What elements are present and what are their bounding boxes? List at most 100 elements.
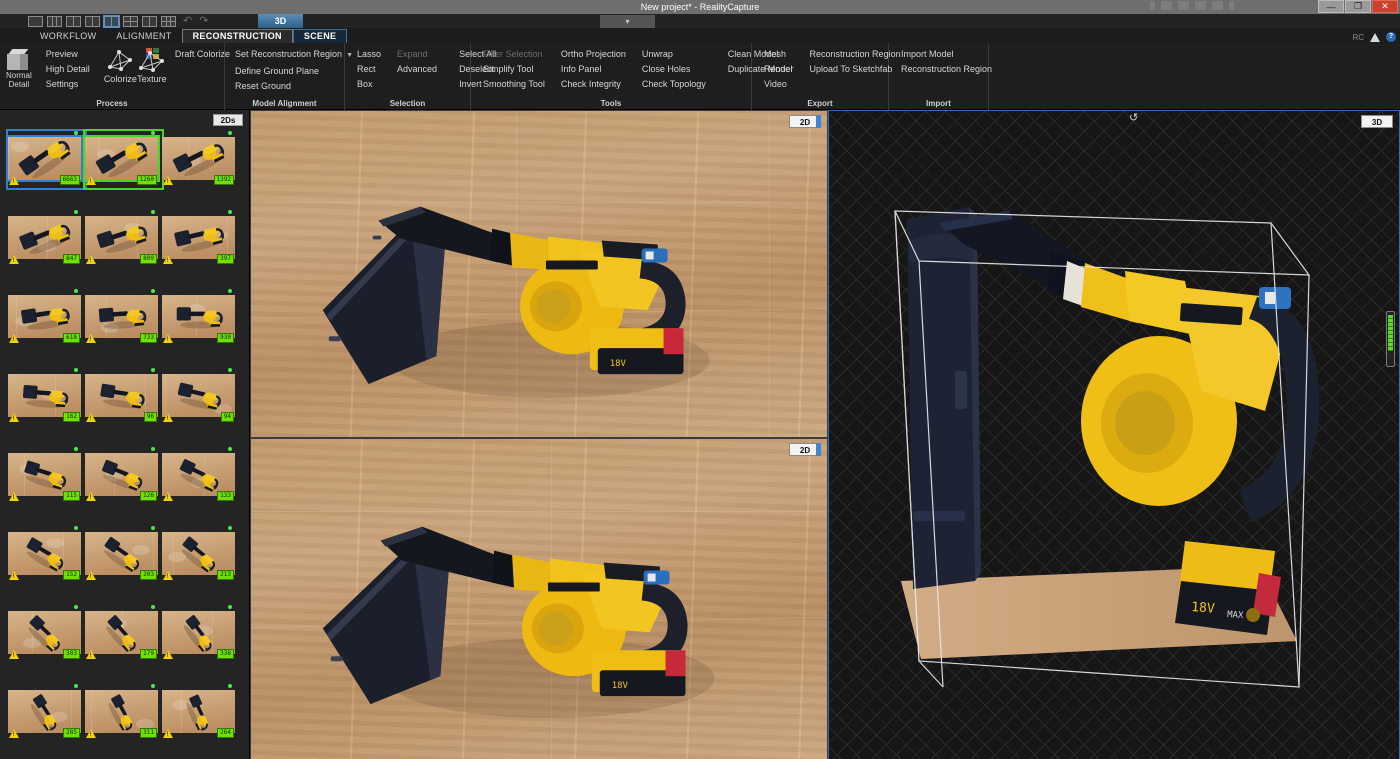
rect-command[interactable]: Rect (355, 62, 383, 76)
tab-3d[interactable]: 3D (258, 14, 303, 28)
minimize-button[interactable]: — (1318, 0, 1344, 13)
help-circle-icon[interactable]: ? (1386, 32, 1396, 42)
layout-three-column-icon[interactable] (47, 16, 62, 27)
svg-text:18V: 18V (1191, 600, 1216, 617)
thumbnail-item[interactable]: 397 (162, 209, 235, 266)
import-reconstruction-region-command[interactable]: Reconstruction Region (899, 62, 994, 76)
thumbnail-image (8, 216, 81, 259)
thumbnail-panel[interactable]: 2Ds 6663 (0, 110, 250, 759)
qa-icon-6[interactable] (1229, 1, 1234, 10)
filter-selection-command[interactable]: Filter Selection (481, 47, 547, 61)
thumbnail-item[interactable]: 115 (8, 446, 81, 503)
simplify-tool-command[interactable]: Simplify Tool (481, 62, 547, 76)
thumbnail-item[interactable]: 311 (85, 683, 158, 740)
tab-alignment[interactable]: ALIGNMENT (106, 30, 181, 43)
tab-scene[interactable]: SCENE (293, 29, 348, 43)
redo-icon[interactable]: ↷ (199, 16, 208, 27)
thumbnail-item[interactable]: 162 (8, 367, 81, 424)
thumbnail-item[interactable]: 213 (162, 525, 235, 582)
thumbnail-item[interactable]: 203 (85, 525, 158, 582)
thumbnail-item[interactable]: 809 (85, 209, 158, 266)
viewport-2d-top[interactable]: 18V 2D (250, 110, 828, 438)
colorize-button[interactable]: Colorize (104, 47, 137, 84)
preview-command[interactable]: Preview (44, 47, 92, 61)
box-command[interactable]: Box (355, 77, 383, 91)
thumbnail-item[interactable]: 133 (162, 446, 235, 503)
thumbnail-grid: 6663 1260 (8, 130, 244, 759)
layout-single-icon[interactable] (28, 16, 43, 27)
layout-left-stack-icon[interactable] (85, 16, 100, 27)
thumbnail-item[interactable]: 285 (8, 683, 81, 740)
panel-tag-2ds[interactable]: 2Ds (213, 114, 243, 126)
export-render-command[interactable]: Render (762, 62, 796, 76)
thumbnail-item[interactable]: 94 (162, 367, 235, 424)
normal-detail-button[interactable]: Normal Detail (6, 47, 32, 89)
set-reconstruction-region-command[interactable]: Set Reconstruction Region▼ (233, 47, 355, 63)
texture-button[interactable]: Texture (137, 47, 167, 84)
normal-detail-line2: Detail (9, 80, 29, 89)
viewport-tag-3d[interactable]: 3D (1361, 115, 1393, 128)
advanced-command[interactable]: Advanced (395, 62, 439, 76)
thumbnail-item[interactable]: 6663 (8, 130, 81, 187)
warning-triangle-icon (86, 492, 96, 501)
thumbnail-item[interactable]: 1392 (162, 130, 235, 187)
qa-icon-2[interactable] (1161, 1, 1172, 10)
thumbnail-item[interactable]: 618 (8, 288, 81, 345)
viewport-2d-bottom[interactable]: 18V 2D (250, 438, 828, 759)
info-panel-command[interactable]: Info Panel (559, 62, 628, 76)
close-holes-command[interactable]: Close Holes (640, 62, 708, 76)
thumbnail-item[interactable]: 733 (85, 288, 158, 345)
unwrap-command[interactable]: Unwrap (640, 47, 708, 61)
check-integrity-command[interactable]: Check Integrity (559, 77, 628, 91)
qa-icon-5[interactable] (1212, 1, 1223, 10)
thumbnail-item[interactable]: 303 (8, 604, 81, 661)
tab-reconstruction[interactable]: RECONSTRUCTION (182, 29, 293, 43)
thumbnail-image (85, 532, 158, 575)
thumbnail-item[interactable]: 179 (85, 604, 158, 661)
smoothing-tool-command[interactable]: Smoothing Tool (481, 77, 547, 91)
tools-col-1: Filter Selection Simplify Tool Smoothing… (477, 47, 553, 91)
define-ground-plane-command[interactable]: Define Ground Plane (233, 64, 355, 78)
settings-command[interactable]: Settings (44, 77, 92, 91)
expand-command[interactable]: Expand (395, 47, 439, 61)
viewport-tag-2d-top[interactable]: 2D (789, 115, 821, 128)
import-model-command[interactable]: Import Model (899, 47, 994, 61)
qa-icon-1[interactable] (1150, 1, 1155, 10)
layout-dropdown[interactable]: ▾ (600, 15, 655, 28)
draft-colorize-command[interactable]: Draft Colorize (173, 47, 232, 61)
detail-level-slider[interactable] (1386, 311, 1395, 367)
viewport-tag-2d-bottom[interactable]: 2D (789, 443, 821, 456)
feature-count-badge: 264 (217, 728, 234, 738)
export-video-command[interactable]: Video (762, 77, 796, 91)
thumbnail-item[interactable]: 152 (8, 525, 81, 582)
export-mesh-command[interactable]: Mesh (762, 47, 796, 61)
thumbnail-image (162, 532, 235, 575)
viewport-3d[interactable]: 3D ↺ (828, 110, 1400, 759)
layout-quad-icon[interactable] (123, 16, 138, 27)
view-layout-toolbar: ↶ ↷ ▾ 3D (0, 14, 1400, 28)
reset-ground-command[interactable]: Reset Ground (233, 79, 355, 93)
thumbnail-item[interactable]: 96 (85, 367, 158, 424)
qa-icon-4[interactable] (1195, 1, 1206, 10)
check-topology-command[interactable]: Check Topology (640, 77, 708, 91)
warning-triangle-icon[interactable] (1370, 33, 1380, 42)
thumbnail-item[interactable]: 264 (162, 683, 235, 740)
layout-two-column-icon[interactable] (66, 16, 81, 27)
thumbnail-item[interactable]: 930 (162, 288, 235, 345)
qa-icon-3[interactable] (1178, 1, 1189, 10)
thumbnail-item[interactable]: 338 (162, 604, 235, 661)
high-detail-command[interactable]: High Detail (44, 62, 92, 76)
feature-count-badge: 162 (63, 412, 80, 422)
thumbnail-item[interactable]: 126 (85, 446, 158, 503)
ortho-projection-command[interactable]: Ortho Projection (559, 47, 628, 61)
undo-icon[interactable]: ↶ (183, 16, 192, 27)
layout-current-icon[interactable] (104, 16, 119, 27)
maximize-button[interactable]: ❐ (1345, 0, 1371, 13)
lasso-command[interactable]: Lasso (355, 47, 383, 61)
layout-wide-right-icon[interactable] (142, 16, 157, 27)
close-button[interactable]: ✕ (1372, 0, 1398, 13)
layout-grid-icon[interactable] (161, 16, 176, 27)
thumbnail-item[interactable]: 847 (8, 209, 81, 266)
thumbnail-item[interactable]: 1260 (85, 130, 158, 187)
tab-workflow[interactable]: WORKFLOW (30, 30, 106, 43)
